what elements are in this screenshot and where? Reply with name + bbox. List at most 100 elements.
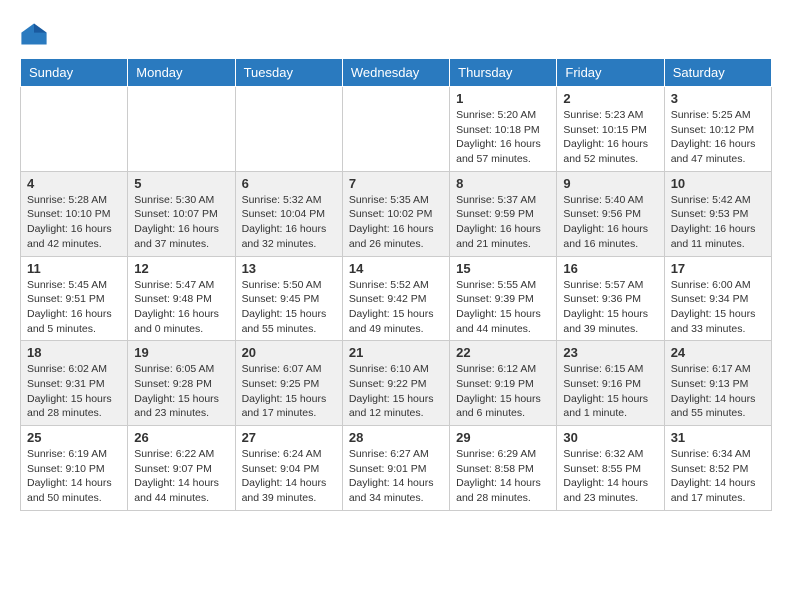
day-number: 3	[671, 91, 765, 106]
day-number: 6	[242, 176, 336, 191]
day-number: 13	[242, 261, 336, 276]
day-detail: Sunrise: 5:23 AMSunset: 10:15 PMDaylight…	[563, 108, 657, 167]
day-cell: 11 Sunrise: 5:45 AMSunset: 9:51 PMDayligh…	[21, 256, 128, 341]
day-cell: 6 Sunrise: 5:32 AMSunset: 10:04 PMDayligh…	[235, 171, 342, 256]
day-cell: 13 Sunrise: 5:50 AMSunset: 9:45 PMDayligh…	[235, 256, 342, 341]
day-number: 30	[563, 430, 657, 445]
header	[20, 20, 772, 48]
logo	[20, 20, 52, 48]
col-header-saturday: Saturday	[664, 59, 771, 87]
day-cell: 29 Sunrise: 6:29 AMSunset: 8:58 PMDayligh…	[450, 426, 557, 511]
day-detail: Sunrise: 6:00 AMSunset: 9:34 PMDaylight:…	[671, 278, 765, 337]
day-cell: 7 Sunrise: 5:35 AMSunset: 10:02 PMDayligh…	[342, 171, 449, 256]
day-number: 16	[563, 261, 657, 276]
day-detail: Sunrise: 5:32 AMSunset: 10:04 PMDaylight…	[242, 193, 336, 252]
day-cell: 18Sunrise: 6:02 AMSunset: 9:31 PMDayligh…	[21, 341, 128, 426]
day-detail: Sunrise: 5:42 AMSunset: 9:53 PMDaylight:…	[671, 193, 765, 252]
day-detail: Sunrise: 6:02 AMSunset: 9:31 PMDaylight:…	[27, 362, 121, 421]
day-cell: 17 Sunrise: 6:00 AMSunset: 9:34 PMDayligh…	[664, 256, 771, 341]
day-detail: Sunrise: 5:25 AMSunset: 10:12 PMDaylight…	[671, 108, 765, 167]
day-cell: 15 Sunrise: 5:55 AMSunset: 9:39 PMDayligh…	[450, 256, 557, 341]
day-number: 11	[27, 261, 121, 276]
day-cell	[128, 87, 235, 172]
day-detail: Sunrise: 5:35 AMSunset: 10:02 PMDaylight…	[349, 193, 443, 252]
day-cell: 25 Sunrise: 6:19 AMSunset: 9:10 PMDayligh…	[21, 426, 128, 511]
day-cell: 27 Sunrise: 6:24 AMSunset: 9:04 PMDayligh…	[235, 426, 342, 511]
day-number: 5	[134, 176, 228, 191]
day-cell: 3 Sunrise: 5:25 AMSunset: 10:12 PMDayligh…	[664, 87, 771, 172]
day-detail: Sunrise: 5:20 AMSunset: 10:18 PMDaylight…	[456, 108, 550, 167]
day-detail: Sunrise: 5:47 AMSunset: 9:48 PMDaylight:…	[134, 278, 228, 337]
day-cell: 30Sunrise: 6:32 AMSunset: 8:55 PMDayligh…	[557, 426, 664, 511]
day-number: 2	[563, 91, 657, 106]
calendar-table: SundayMondayTuesdayWednesdayThursdayFrid…	[20, 58, 772, 511]
week-row-5: 25 Sunrise: 6:19 AMSunset: 9:10 PMDayligh…	[21, 426, 772, 511]
day-number: 29	[456, 430, 550, 445]
day-detail: Sunrise: 5:37 AMSunset: 9:59 PMDaylight:…	[456, 193, 550, 252]
day-number: 9	[563, 176, 657, 191]
day-cell: 21 Sunrise: 6:10 AMSunset: 9:22 PMDayligh…	[342, 341, 449, 426]
day-cell: 20Sunrise: 6:07 AMSunset: 9:25 PMDayligh…	[235, 341, 342, 426]
col-header-monday: Monday	[128, 59, 235, 87]
day-cell: 23 Sunrise: 6:15 AMSunset: 9:16 PMDayligh…	[557, 341, 664, 426]
col-header-wednesday: Wednesday	[342, 59, 449, 87]
day-number: 10	[671, 176, 765, 191]
day-detail: Sunrise: 5:45 AMSunset: 9:51 PMDaylight:…	[27, 278, 121, 337]
col-header-sunday: Sunday	[21, 59, 128, 87]
day-number: 26	[134, 430, 228, 445]
day-cell: 4 Sunrise: 5:28 AMSunset: 10:10 PMDayligh…	[21, 171, 128, 256]
day-detail: Sunrise: 5:50 AMSunset: 9:45 PMDaylight:…	[242, 278, 336, 337]
day-cell: 19 Sunrise: 6:05 AMSunset: 9:28 PMDayligh…	[128, 341, 235, 426]
day-detail: Sunrise: 6:27 AMSunset: 9:01 PMDaylight:…	[349, 447, 443, 506]
col-header-thursday: Thursday	[450, 59, 557, 87]
day-cell: 31 Sunrise: 6:34 AMSunset: 8:52 PMDayligh…	[664, 426, 771, 511]
day-cell: 26Sunrise: 6:22 AMSunset: 9:07 PMDayligh…	[128, 426, 235, 511]
day-number: 25	[27, 430, 121, 445]
day-number: 23	[563, 345, 657, 360]
day-cell: 9Sunrise: 5:40 AMSunset: 9:56 PMDaylight…	[557, 171, 664, 256]
day-detail: Sunrise: 6:07 AMSunset: 9:25 PMDaylight:…	[242, 362, 336, 421]
day-cell: 5 Sunrise: 5:30 AMSunset: 10:07 PMDayligh…	[128, 171, 235, 256]
day-detail: Sunrise: 6:15 AMSunset: 9:16 PMDaylight:…	[563, 362, 657, 421]
day-detail: Sunrise: 5:28 AMSunset: 10:10 PMDaylight…	[27, 193, 121, 252]
page-container: SundayMondayTuesdayWednesdayThursdayFrid…	[20, 20, 772, 511]
day-number: 28	[349, 430, 443, 445]
day-detail: Sunrise: 6:12 AMSunset: 9:19 PMDaylight:…	[456, 362, 550, 421]
day-detail: Sunrise: 6:10 AMSunset: 9:22 PMDaylight:…	[349, 362, 443, 421]
day-detail: Sunrise: 6:29 AMSunset: 8:58 PMDaylight:…	[456, 447, 550, 506]
day-number: 4	[27, 176, 121, 191]
logo-icon	[20, 20, 48, 48]
day-detail: Sunrise: 5:30 AMSunset: 10:07 PMDaylight…	[134, 193, 228, 252]
day-cell: 22Sunrise: 6:12 AMSunset: 9:19 PMDayligh…	[450, 341, 557, 426]
day-cell	[21, 87, 128, 172]
calendar-header-row: SundayMondayTuesdayWednesdayThursdayFrid…	[21, 59, 772, 87]
day-number: 12	[134, 261, 228, 276]
day-number: 7	[349, 176, 443, 191]
day-detail: Sunrise: 5:52 AMSunset: 9:42 PMDaylight:…	[349, 278, 443, 337]
day-detail: Sunrise: 5:55 AMSunset: 9:39 PMDaylight:…	[456, 278, 550, 337]
day-number: 15	[456, 261, 550, 276]
day-number: 14	[349, 261, 443, 276]
week-row-4: 18Sunrise: 6:02 AMSunset: 9:31 PMDayligh…	[21, 341, 772, 426]
day-number: 31	[671, 430, 765, 445]
day-number: 8	[456, 176, 550, 191]
day-detail: Sunrise: 6:05 AMSunset: 9:28 PMDaylight:…	[134, 362, 228, 421]
day-detail: Sunrise: 5:57 AMSunset: 9:36 PMDaylight:…	[563, 278, 657, 337]
day-cell: 16 Sunrise: 5:57 AMSunset: 9:36 PMDayligh…	[557, 256, 664, 341]
day-detail: Sunrise: 6:19 AMSunset: 9:10 PMDaylight:…	[27, 447, 121, 506]
col-header-friday: Friday	[557, 59, 664, 87]
day-number: 21	[349, 345, 443, 360]
day-cell: 28 Sunrise: 6:27 AMSunset: 9:01 PMDayligh…	[342, 426, 449, 511]
week-row-2: 4 Sunrise: 5:28 AMSunset: 10:10 PMDayligh…	[21, 171, 772, 256]
day-number: 17	[671, 261, 765, 276]
day-number: 27	[242, 430, 336, 445]
col-header-tuesday: Tuesday	[235, 59, 342, 87]
day-number: 1	[456, 91, 550, 106]
day-detail: Sunrise: 6:34 AMSunset: 8:52 PMDaylight:…	[671, 447, 765, 506]
day-number: 24	[671, 345, 765, 360]
day-number: 19	[134, 345, 228, 360]
day-cell: 12 Sunrise: 5:47 AMSunset: 9:48 PMDayligh…	[128, 256, 235, 341]
day-detail: Sunrise: 6:24 AMSunset: 9:04 PMDaylight:…	[242, 447, 336, 506]
day-cell	[342, 87, 449, 172]
day-detail: Sunrise: 6:17 AMSunset: 9:13 PMDaylight:…	[671, 362, 765, 421]
